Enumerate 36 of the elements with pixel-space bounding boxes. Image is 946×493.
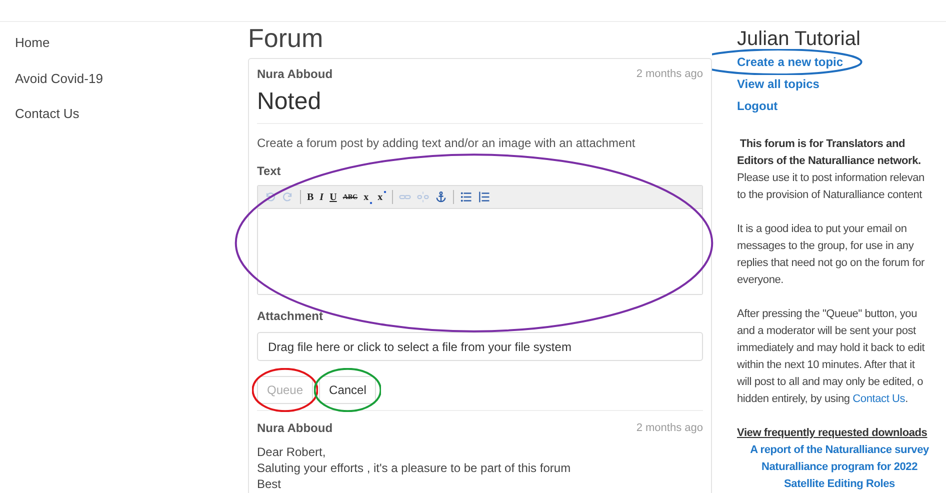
field-label: Attachment — [257, 308, 324, 325]
sidebar-link[interactable]: Logout — [737, 97, 778, 115]
info-paragraph: This forum is for Translators and Editors of the Naturalliance network. Please use it to post information relevan to the provision of Naturalliance content — [737, 137, 926, 203]
post-time: 2 months ago — [636, 66, 703, 82]
anchor-icon[interactable] — [434, 191, 447, 203]
instructions-text: Create a forum post by adding text and/or an image with an attachment — [257, 135, 636, 152]
post-time: 2 months ago — [636, 420, 703, 436]
download-link[interactable]: Satellite Editing Roles — [784, 476, 895, 492]
download-link[interactable]: Naturalliance program for 2022 — [761, 458, 918, 476]
info-paragraph: After pressing the "Queue" button, you and a moderator will be sent your post immediately and may hold it back to edit within the next 10 minutes. After that it will post to all and may only be edited, o hidden entirely, by using Contact Us. — [737, 307, 926, 407]
sidebar-title: Julian Tutorial — [737, 27, 862, 52]
form-button[interactable]: Cancel — [319, 376, 376, 404]
nav-link[interactable]: Home — [15, 33, 248, 52]
subscript-button[interactable]: x — [364, 190, 372, 204]
page-title: Forum — [248, 23, 324, 53]
field-label: Text — [257, 163, 282, 180]
message-line: Best — [257, 476, 282, 492]
author-name: Nura Abboud — [257, 66, 333, 83]
nav-link[interactable]: Avoid Covid-19 — [15, 68, 248, 88]
downloads-heading: View frequently requested downloads — [737, 426, 928, 441]
numbered-list-icon[interactable] — [478, 191, 490, 203]
author-name: Nura Abboud — [257, 420, 333, 437]
download-link[interactable]: A report of the Naturalliance survey — [750, 442, 929, 458]
sidebar-link[interactable]: View all topics — [737, 75, 820, 93]
file-drop-field[interactable]: Drag file here or click to select a file from your file system — [257, 332, 703, 361]
info-paragraph: It is a good idea to put your email on messages to the group, for use in any replies that need not go on the forum for everyone. — [737, 222, 926, 288]
post-title: Noted — [257, 87, 703, 124]
underline-button[interactable]: U — [330, 190, 337, 204]
contact-link[interactable]: Contact Us — [852, 393, 906, 405]
bullet-list-icon[interactable] — [460, 191, 472, 203]
italic-button[interactable]: I — [320, 190, 324, 204]
message-line: Saluting your efforts , it's a pleasure to be part of this forum — [257, 460, 572, 476]
bold-button[interactable]: B — [307, 190, 314, 204]
superscript-button[interactable]: x — [378, 190, 386, 204]
nav-link[interactable]: Contact Us — [15, 104, 248, 124]
message-line: Dear Robert, — [257, 444, 327, 460]
